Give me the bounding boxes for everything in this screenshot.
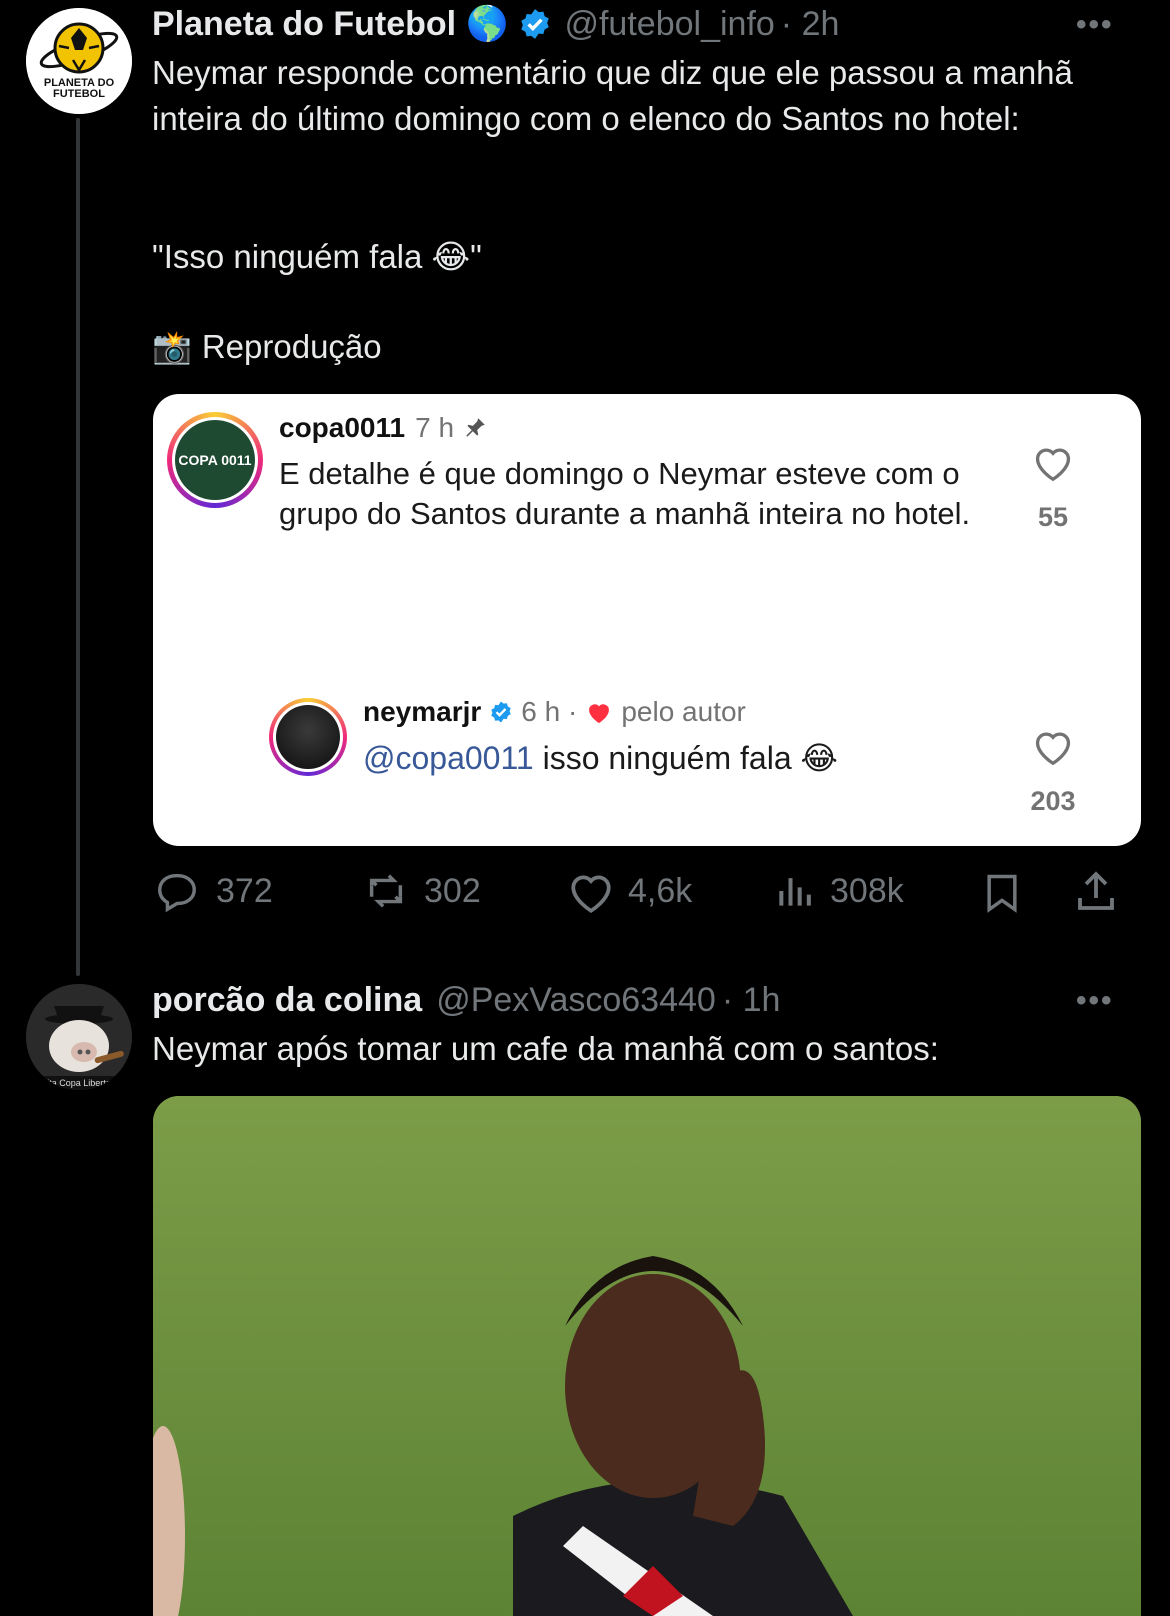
comment1-time: 7 h [415,412,455,443]
tweet2-display-name[interactable]: porcão da colina [152,981,422,1020]
football-player-photo-icon [153,1096,1141,1616]
like-count: 4,6k [628,871,693,910]
reply-action[interactable]: 372 [152,868,273,914]
share-icon[interactable] [1072,868,1120,921]
tweet1-credit: 📸 Reprodução [152,324,382,370]
tweet1-handle[interactable]: @futebol_info [564,5,774,44]
copa0011-avatar: COPA 0011 [167,412,263,508]
retweet-count: 302 [424,871,481,910]
tweet2-photo[interactable] [153,1096,1141,1616]
reply-mention: @copa0011 [363,740,534,776]
creator-heart-icon [585,699,613,725]
tweet2-more-options-icon[interactable]: ••• [1076,984,1114,1018]
reply-icon [158,873,196,913]
views-chart-icon [779,878,811,906]
heart-icon [571,875,611,913]
comment1-like-count: 55 [1037,502,1069,532]
like-action[interactable]: 4,6k [566,868,692,914]
tweet1-text: Neymar responde comentário que diz que e… [152,54,1073,137]
avatar-label: PLANETA DO FUTEBOL [43,77,115,100]
reply-like-icon [1031,726,1075,771]
reply-text: isso ninguém fala 😂 [533,740,838,776]
bookmark-icon[interactable] [980,870,1024,921]
tweet1-more-options-icon[interactable]: ••• [1076,8,1114,42]
thread-connector-line [76,118,80,976]
reply-text-line: @copa0011 isso ninguém fala 😂 [363,738,838,778]
reply-liked-by: pelo autor [621,696,746,727]
retweet-icon [369,874,403,908]
tweet2-text: Neymar após tomar um cafe da manhã com o… [152,1030,939,1067]
tweet1-credit-text: Reprodução [201,328,382,365]
reply-count: 372 [216,871,273,910]
neymarjr-avatar [269,698,347,776]
reply-like-count: 203 [1030,786,1076,816]
pig-avatar-icon [26,984,132,1090]
verified-badge-icon [518,7,552,41]
tweet1-header: Planeta do Futebol 🌎 @futebol_info · 2h [152,2,839,46]
views-count: 308k [830,871,904,910]
tweet1-quote-line: "Isso ninguém fala 😂" [152,238,482,275]
avatar2-label: ita Copa Liberta [47,1078,111,1088]
comment1-like-icon [1031,442,1075,487]
camera-flash-emoji-icon: 📸 [152,329,192,365]
tweet1-embedded-image[interactable]: COPA 0011 copa0011 7 h E detalhe é que d… [153,394,1141,846]
comment1-username: copa0011 [279,412,406,443]
views-action[interactable]: 308k [774,868,904,914]
pin-icon [462,415,488,441]
tweet1-time[interactable]: · 2h [781,5,840,44]
ig-verified-badge-icon [489,700,513,724]
tweet2-time[interactable]: · 1h [722,981,781,1020]
reply-header: neymarjr 6 h · pelo autor [363,696,746,728]
globe-emoji-icon: 🌎 [466,5,509,43]
tweet2-header: porcão da colina @PexVasco63440 · 1h [152,978,780,1022]
avatar-porcao-da-colina[interactable]: ita Copa Liberta [26,984,132,1090]
reply-time: 6 h · [521,696,578,727]
tweet1-display-name[interactable]: Planeta do Futebol [152,5,456,44]
copa0011-avatar-label: COPA 0011 [175,420,255,500]
avatar-planeta-do-futebol[interactable]: PLANETA DO FUTEBOL [26,8,132,114]
tweet2-handle[interactable]: @PexVasco63440 [436,981,716,1020]
comment1-header: copa0011 7 h [279,412,488,444]
retweet-action[interactable]: 302 [360,868,481,914]
comment1-text: E detalhe é que domingo o Neymar esteve … [279,456,971,531]
reply-username: neymarjr [363,696,482,727]
